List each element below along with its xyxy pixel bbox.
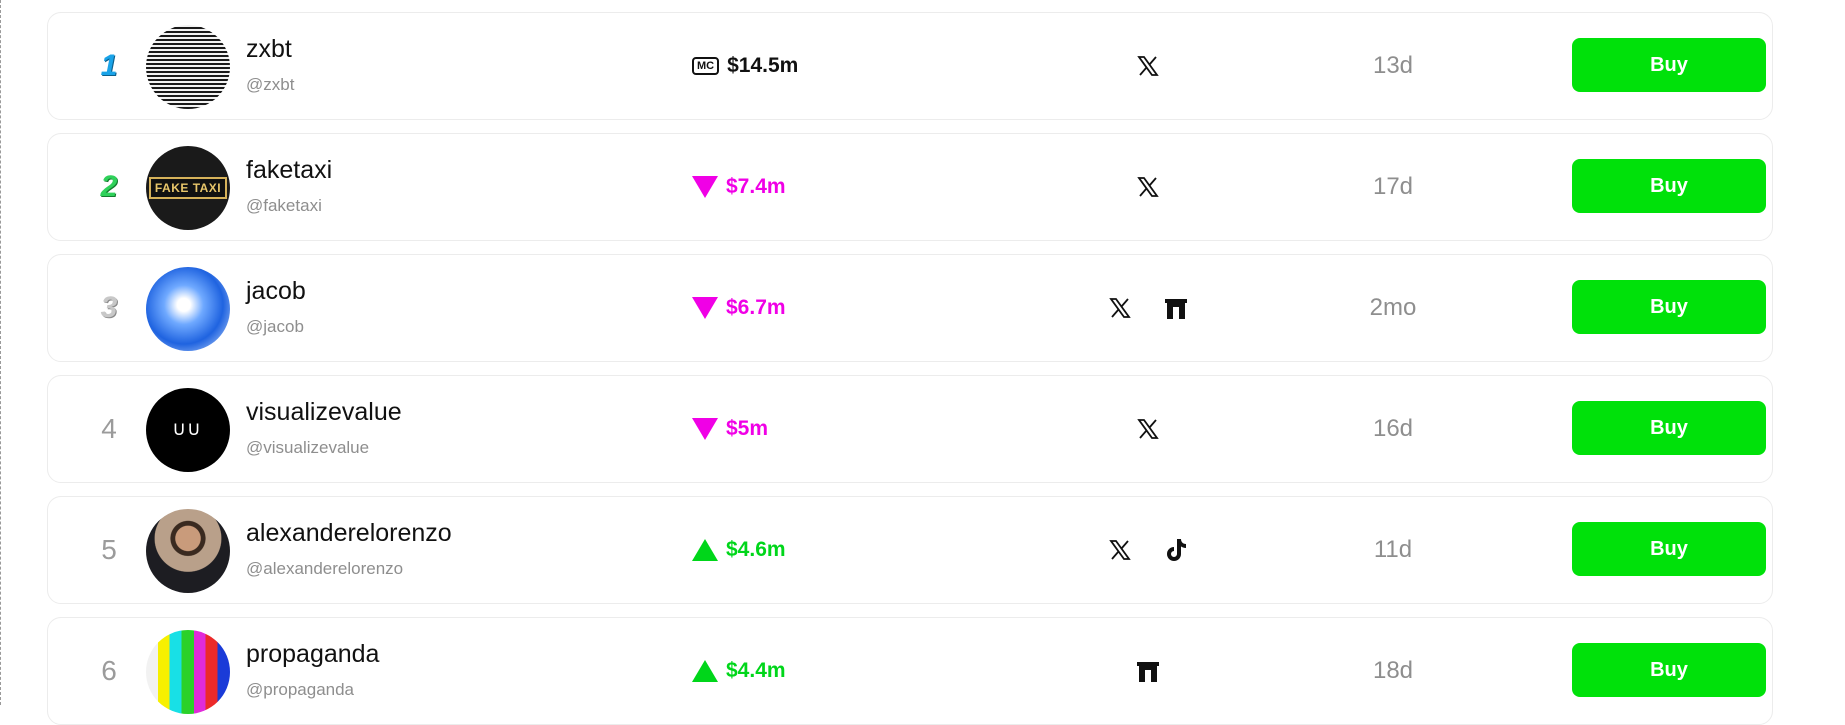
avatar[interactable]	[146, 25, 230, 109]
creator-name[interactable]: faketaxi	[246, 156, 332, 185]
social-links	[1018, 255, 1278, 361]
market-cap-value: $14.5m	[727, 54, 799, 77]
market-cap-value: $5m	[726, 417, 769, 440]
creator-handle: @zxbt	[246, 75, 295, 94]
creator-handle: @alexanderelorenzo	[246, 559, 404, 578]
creator-name[interactable]: zxbt	[246, 35, 292, 64]
x-icon[interactable]	[1134, 173, 1162, 201]
market-cap: $7.4m	[692, 134, 786, 240]
rank-number: 3	[100, 291, 118, 324]
table-row[interactable]: 4 ᑌᑌ visualizevalue @visualizevalue $5m …	[47, 375, 1773, 483]
creator-handle: @faketaxi	[246, 196, 322, 215]
market-cap: $4.4m	[692, 618, 786, 724]
avatar[interactable]	[146, 509, 230, 593]
social-links	[1018, 134, 1278, 240]
x-icon[interactable]	[1134, 415, 1162, 443]
age: 18d	[1372, 657, 1414, 684]
rank-number: 5	[101, 534, 117, 565]
market-cap: $5m	[692, 376, 768, 482]
buy-button[interactable]: Buy	[1572, 522, 1766, 576]
age: 16d	[1372, 415, 1414, 442]
creator-handle: @visualizevalue	[246, 438, 370, 457]
rank-medal: 1	[86, 13, 132, 119]
avatar[interactable]	[146, 630, 230, 714]
market-cap: $6.7m	[692, 255, 786, 361]
buy-button[interactable]: Buy	[1572, 401, 1766, 455]
table-row[interactable]: 3 jacob @jacob $6.7m 2mo Buy	[47, 254, 1773, 362]
avatar-sign: FAKE TAXI	[148, 177, 228, 199]
rank-number: 2	[100, 170, 118, 203]
creator-name[interactable]: alexanderelorenzo	[246, 519, 452, 548]
age: 2mo	[1369, 294, 1417, 321]
creator-handle: @jacob	[246, 317, 304, 336]
trend-down-icon	[692, 176, 718, 198]
age: 13d	[1372, 52, 1414, 79]
social-links	[1018, 497, 1278, 603]
creator-handle: @propaganda	[246, 680, 355, 699]
market-cap-value: $6.7m	[726, 296, 786, 319]
market-cap: MC $14.5m	[692, 13, 798, 119]
creator-name[interactable]: visualizevalue	[246, 398, 402, 427]
buy-button[interactable]: Buy	[1572, 280, 1766, 334]
social-links	[1018, 376, 1278, 482]
x-icon[interactable]	[1106, 536, 1134, 564]
trend-down-icon	[692, 418, 718, 440]
gate-icon[interactable]	[1134, 657, 1162, 685]
table-row[interactable]: 1 zxbt @zxbt MC $14.5m 13d Buy	[47, 12, 1773, 120]
market-cap-value: $4.4m	[726, 659, 786, 682]
buy-button[interactable]: Buy	[1572, 643, 1766, 697]
social-links	[1018, 618, 1278, 724]
buy-button[interactable]: Buy	[1572, 159, 1766, 213]
rank-number: 6	[101, 655, 117, 686]
trend-up-icon	[692, 539, 718, 561]
creator-name[interactable]: jacob	[246, 277, 306, 306]
rank-medal: 2	[86, 134, 132, 240]
rank-number: 1	[100, 49, 118, 82]
trend-up-icon	[692, 660, 718, 682]
avatar[interactable]: FAKE TAXI	[146, 146, 230, 230]
avatar[interactable]: ᑌᑌ	[146, 388, 230, 472]
gate-icon[interactable]	[1162, 294, 1190, 322]
page-left-border	[0, 0, 2, 705]
rank-medal: 3	[86, 255, 132, 361]
avatar[interactable]	[146, 267, 230, 351]
buy-button[interactable]: Buy	[1572, 38, 1766, 92]
creator-name[interactable]: propaganda	[246, 640, 379, 669]
trend-down-icon	[692, 297, 718, 319]
table-row[interactable]: 2 FAKE TAXI faketaxi @faketaxi $7.4m 17d…	[47, 133, 1773, 241]
market-cap-value: $7.4m	[726, 175, 786, 198]
market-cap: $4.6m	[692, 497, 786, 603]
age: 11d	[1373, 536, 1413, 563]
social-links	[1018, 13, 1278, 119]
rank-number: 4	[101, 413, 117, 444]
mc-badge-icon: MC	[692, 57, 720, 75]
market-cap-value: $4.6m	[726, 538, 786, 561]
table-row[interactable]: 6 propaganda @propaganda $4.4m 18d Buy	[47, 617, 1773, 725]
table-row[interactable]: 5 alexanderelorenzo @alexanderelorenzo $…	[47, 496, 1773, 604]
x-icon[interactable]	[1106, 294, 1134, 322]
tiktok-icon[interactable]	[1162, 536, 1190, 564]
age: 17d	[1372, 173, 1414, 200]
x-icon[interactable]	[1134, 52, 1162, 80]
